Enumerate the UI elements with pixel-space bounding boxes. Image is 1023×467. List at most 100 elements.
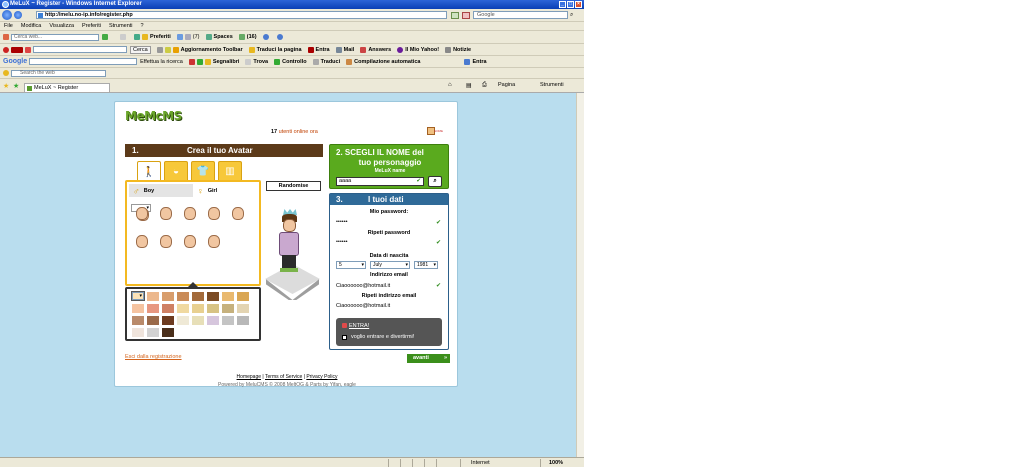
address-input[interactable]: http://melu.no-ip.info/register.php — [36, 11, 447, 19]
home-link[interactable]: HOME — [427, 127, 443, 135]
head-option[interactable] — [179, 204, 199, 222]
spaces-button[interactable]: Spaces — [205, 34, 233, 40]
head-option[interactable] — [227, 204, 247, 222]
back-button[interactable] — [2, 10, 12, 20]
skin-swatch[interactable] — [237, 292, 249, 301]
skin-swatch[interactable] — [207, 316, 219, 325]
skin-swatch[interactable] — [177, 316, 189, 325]
answers-button[interactable]: Answers — [360, 46, 391, 53]
skin-swatch[interactable] — [192, 316, 204, 325]
home-icon[interactable]: ⌂ — [448, 82, 452, 88]
refresh-icon[interactable] — [451, 12, 459, 19]
messages-button[interactable]: (7) — [184, 34, 200, 40]
skin-swatch[interactable] — [147, 316, 159, 325]
dob-year-select[interactable]: 1981 — [414, 261, 438, 269]
tab-hair-icon[interactable]: ◒ — [164, 161, 188, 181]
search-button[interactable]: Cerca — [130, 45, 151, 54]
skin-swatch[interactable] — [222, 304, 234, 313]
tab-pants-icon[interactable]: ▥ — [218, 161, 242, 181]
find-button[interactable]: Trova — [245, 58, 268, 65]
skin-swatch[interactable] — [132, 304, 144, 313]
google-search-input[interactable] — [29, 58, 138, 65]
contacts-button[interactable]: (16) — [238, 34, 257, 40]
yahoo-logo-icon[interactable] — [11, 46, 23, 53]
skin-swatch[interactable] — [147, 304, 159, 313]
highlight-icon[interactable] — [164, 46, 171, 53]
skin-swatch[interactable] — [192, 304, 204, 313]
head-option[interactable] — [179, 232, 199, 250]
translate-button[interactable]: Traduci — [312, 58, 340, 65]
skin-swatch[interactable] — [222, 292, 234, 301]
minimize-button[interactable]: _ — [559, 1, 566, 8]
web-search-input[interactable]: Search the web — [11, 69, 106, 77]
tab-melux-register[interactable]: MeLuX ~ Register — [24, 83, 110, 92]
favorites-button[interactable]: Preferiti — [142, 34, 171, 40]
menu-modifica[interactable]: Modifica — [21, 23, 41, 29]
calendar-icon[interactable] — [176, 34, 183, 40]
skin-swatch[interactable] — [132, 328, 144, 337]
yahoo-search-input[interactable] — [33, 46, 127, 53]
skin-swatch[interactable] — [132, 316, 144, 325]
exit-registration-link[interactable]: Esci dalla registrazione — [125, 354, 182, 360]
yahoo-enter-button[interactable]: Entra — [307, 46, 330, 53]
site-logo[interactable]: MeMcMS — [125, 109, 182, 123]
leaf-icon[interactable] — [134, 34, 140, 40]
tab-shirt-icon[interactable]: 👕 — [191, 161, 215, 181]
skin-swatch[interactable] — [162, 316, 174, 325]
head-option[interactable] — [203, 204, 223, 222]
pencil-red-icon[interactable] — [25, 46, 31, 53]
skin-swatch[interactable] — [147, 292, 159, 301]
gender-boy[interactable]: ♂ Boy — [129, 184, 193, 197]
footer-terms-link[interactable]: Terms of Service — [265, 374, 302, 380]
add-favorite-icon[interactable]: ★ — [13, 82, 19, 90]
add-icon[interactable] — [102, 34, 108, 40]
skin-swatch[interactable] — [207, 304, 219, 313]
menu-file[interactable]: File — [4, 23, 13, 29]
head-option[interactable] — [203, 232, 223, 250]
feeds-icon[interactable]: ▤ — [466, 82, 472, 89]
search-go-icon[interactable]: ⌕ — [570, 12, 573, 19]
check-name-button[interactable]: ⌕ — [428, 176, 442, 187]
zoom-level[interactable]: 100% — [540, 459, 584, 467]
bookmarks-button[interactable]: Segnalibri — [204, 58, 239, 65]
menu-strumenti[interactable]: Strumenti — [109, 23, 133, 29]
skin-swatch[interactable] — [162, 292, 174, 301]
skin-swatch[interactable] — [162, 328, 174, 337]
check-button[interactable]: Controllo — [274, 58, 307, 65]
skin-swatch[interactable] — [177, 292, 189, 301]
next-button[interactable]: avanti » — [407, 354, 450, 363]
toolbar-update-button[interactable]: Aggiornamento Toolbar — [172, 46, 243, 53]
popup-icon[interactable] — [196, 58, 203, 65]
gender-girl[interactable]: ♀ Girl — [193, 184, 257, 197]
forward-button[interactable] — [14, 11, 22, 19]
translate-page-button[interactable]: Traduci la pagina — [248, 46, 302, 53]
skin-swatch[interactable] — [147, 328, 159, 337]
autofill-button[interactable]: Compilazione automatica — [346, 58, 420, 65]
page-menu[interactable]: Pagina — [498, 82, 515, 88]
head-option[interactable] — [155, 204, 175, 222]
brush-icon[interactable] — [156, 46, 163, 53]
toolbar-search-input[interactable]: Cerca web... — [11, 33, 99, 41]
skin-swatch[interactable] — [237, 304, 249, 313]
randomise-button[interactable]: Randomise — [266, 181, 321, 191]
email-input[interactable]: Ciaoooooo@hotmail.it — [336, 283, 390, 289]
maximize-button[interactable]: □ — [567, 1, 574, 8]
skin-swatch[interactable] — [192, 292, 204, 301]
dob-month-select[interactable]: July — [370, 261, 410, 269]
globe-icon[interactable] — [262, 34, 269, 40]
head-option[interactable] — [131, 232, 151, 250]
footer-homepage-link[interactable]: Homepage — [237, 374, 261, 380]
help-icon[interactable] — [276, 34, 283, 40]
print-icon[interactable]: ⎙ — [482, 82, 487, 89]
dob-day-select[interactable]: 5 — [336, 261, 366, 269]
search-input[interactable]: Google — [473, 11, 568, 19]
head-option[interactable] — [155, 232, 175, 250]
skin-swatch[interactable] — [222, 316, 234, 325]
name-input[interactable]: aaaa ✔ — [336, 177, 424, 186]
password-input[interactable]: •••••• — [336, 219, 348, 225]
agree-checkbox[interactable] — [342, 335, 347, 340]
skin-swatch[interactable] — [237, 316, 249, 325]
skin-swatch[interactable] — [162, 304, 174, 313]
google-enter-button[interactable]: Entra — [464, 58, 487, 65]
skin-swatch[interactable] — [131, 291, 145, 301]
